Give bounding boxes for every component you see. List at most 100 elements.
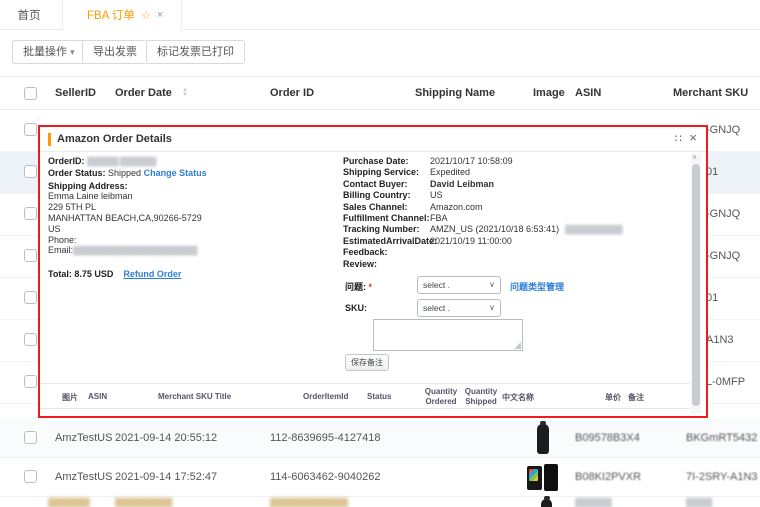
save-note-button[interactable]: 保存备注 <box>345 354 389 371</box>
phone-label: Phone: <box>48 235 77 245</box>
detail-label: Contact Buyer: <box>343 179 430 190</box>
select-all-checkbox[interactable] <box>24 87 37 100</box>
detail-value: 2021/10/19 11:00:00 <box>430 236 512 247</box>
contact-buyer-link[interactable]: David Leibman <box>430 179 494 190</box>
order-id-redacted: ██████ ███████ <box>87 157 156 166</box>
detail-label: Billing Country: <box>343 190 430 201</box>
sku-label: SKU: <box>345 303 367 313</box>
detail-row: Contact Buyer:David Leibman <box>343 179 688 190</box>
chevron-down-icon: ▾ <box>70 47 75 57</box>
fba-orders-page: 首页 FBA 订单 ☆ × 批量操作 ▾ 导出发票 标记发票已打印 Seller… <box>0 0 760 507</box>
email-line: Email:████████████████████████ <box>48 245 338 257</box>
detail-value: 2021/10/17 10:58:09 <box>430 156 513 167</box>
sort-desc-icon: ▼ <box>182 93 188 98</box>
seller-id-value: AmzTestUS <box>55 432 112 444</box>
tab-fba-orders-label: FBA 订单 <box>87 7 135 23</box>
row-checkbox[interactable] <box>24 123 37 136</box>
order-date-value: 2021-09-14 17:52:47 <box>115 471 217 483</box>
question-type-manage-link[interactable]: 问题类型管理 <box>510 280 564 293</box>
amazon-order-details-modal: Amazon Order Details ∷ × ∧ OrderID: ████… <box>38 125 708 418</box>
order-id-redacted: ███████████████ <box>270 498 348 507</box>
tab-fba-orders[interactable]: FBA 订单 ☆ × <box>62 0 182 30</box>
detail-value: US <box>430 190 443 201</box>
row-checkbox[interactable] <box>24 291 37 304</box>
note-textarea[interactable] <box>373 319 523 351</box>
batch-actions-button[interactable]: 批量操作 ▾ <box>12 40 86 64</box>
order-status-label: Order Status: <box>48 168 106 178</box>
col-sellerid: SellerID <box>55 87 96 99</box>
detail-label: Fulfillment Channel: <box>343 213 430 224</box>
order-id-label: OrderID: <box>48 156 85 166</box>
col-image: Image <box>533 87 565 99</box>
question-select[interactable]: select .∨ <box>417 276 501 294</box>
change-status-link[interactable]: Change Status <box>144 168 207 178</box>
order-id-link[interactable]: 112-8639695-4127418 <box>270 432 381 444</box>
export-invoice-button[interactable]: 导出发票 <box>82 40 148 64</box>
col-order-date[interactable]: Order Date <box>115 87 172 99</box>
detail-label: Feedback: <box>343 247 430 258</box>
row-checkbox[interactable] <box>24 165 37 178</box>
sort-icon[interactable]: ▲▼ <box>182 88 188 97</box>
merchant-sku-value: BKGmRT5432 <box>686 432 757 444</box>
row-checkbox[interactable] <box>24 375 37 388</box>
item-col-note: 备注 <box>628 392 644 403</box>
row-checkbox[interactable] <box>24 470 37 483</box>
scroll-up-icon[interactable]: ∧ <box>692 153 697 161</box>
detail-row: Review: <box>343 259 688 270</box>
detail-row: Billing Country:US <box>343 190 688 201</box>
drag-handle-icon[interactable]: ∷ <box>675 132 682 145</box>
resize-grip-icon[interactable] <box>514 342 521 349</box>
modal-title: Amazon Order Details <box>57 133 172 145</box>
table-row[interactable]: AmzTestUS 2021-09-14 20:55:12 112-863969… <box>0 419 760 458</box>
close-tab-icon[interactable]: × <box>157 9 163 21</box>
row-checkbox[interactable] <box>24 431 37 444</box>
row-checkbox[interactable] <box>24 333 37 346</box>
asin-link[interactable]: B08KI2PVXR <box>575 471 641 483</box>
sku-select[interactable]: select .∨ <box>417 299 501 317</box>
merchant-sku-value: -GNJQ <box>706 124 740 136</box>
refund-order-link[interactable]: Refund Order <box>123 269 181 279</box>
modal-scrollbar[interactable]: ∧ <box>691 153 701 414</box>
product-image <box>537 424 549 454</box>
detail-label: Tracking Number: <box>343 224 430 235</box>
question-label: 问题: * <box>345 280 372 293</box>
order-summary: OrderID: ██████ ███████ Order Status: Sh… <box>48 156 338 280</box>
close-modal-icon[interactable]: × <box>689 130 697 145</box>
item-col-cn-name: 中文名称 <box>502 392 534 403</box>
item-col-asin: ASIN <box>88 392 107 401</box>
tab-home[interactable]: 首页 <box>0 0 58 30</box>
address-line1: 229 5TH PL <box>48 202 338 213</box>
tracking-redacted: ███████████ <box>565 224 622 235</box>
mark-invoice-printed-label: 标记发票已打印 <box>157 46 234 58</box>
detail-label: EstimatedArrivalDate: <box>343 236 430 247</box>
order-date-redacted: ███████████ <box>115 498 172 507</box>
merchant-sku-value: -GNJQ <box>706 208 740 220</box>
asin-link[interactable]: B09578B3X4 <box>575 432 640 444</box>
item-col-image: 图片 <box>62 392 78 403</box>
order-id-link[interactable]: 114-6063462-9040262 <box>270 471 381 483</box>
merchant-sku-value: -GNJQ <box>706 250 740 262</box>
table-row[interactable]: AmzTestUS 2021-09-14 17:52:47 114-606346… <box>0 458 760 497</box>
tab-bar: 首页 FBA 订单 ☆ × <box>0 0 760 30</box>
product-image <box>527 464 561 491</box>
modal-titlebar[interactable]: Amazon Order Details ∷ × <box>40 127 706 152</box>
detail-label: Shipping Service: <box>343 167 430 178</box>
address-name: Emma Laine leibman <box>48 191 338 202</box>
seller-id-redacted: ████████ <box>48 498 89 507</box>
row-checkbox[interactable] <box>24 207 37 220</box>
table-row[interactable]: ████████ ███████████ ███████████████ ███… <box>0 497 760 507</box>
row-checkbox[interactable] <box>24 249 37 262</box>
item-col-qty-shipped: Quantity Shipped <box>461 387 501 406</box>
item-col-orderitemid: OrderItemId <box>303 392 348 401</box>
batch-actions-label: 批量操作 <box>23 46 67 58</box>
favorite-star-icon[interactable]: ☆ <box>141 9 151 22</box>
chevron-down-icon: ∨ <box>489 300 495 316</box>
total-value: 8.75 USD <box>74 269 113 279</box>
scrollbar-thumb[interactable] <box>692 164 700 406</box>
detail-label: Purchase Date: <box>343 156 430 167</box>
item-col-unit-price: 单价 <box>605 392 621 403</box>
phone-line: Phone: <box>48 235 338 246</box>
mark-invoice-printed-button[interactable]: 标记发票已打印 <box>146 40 245 64</box>
item-col-status: Status <box>367 392 391 401</box>
seller-id-value: AmzTestUS <box>55 471 112 483</box>
